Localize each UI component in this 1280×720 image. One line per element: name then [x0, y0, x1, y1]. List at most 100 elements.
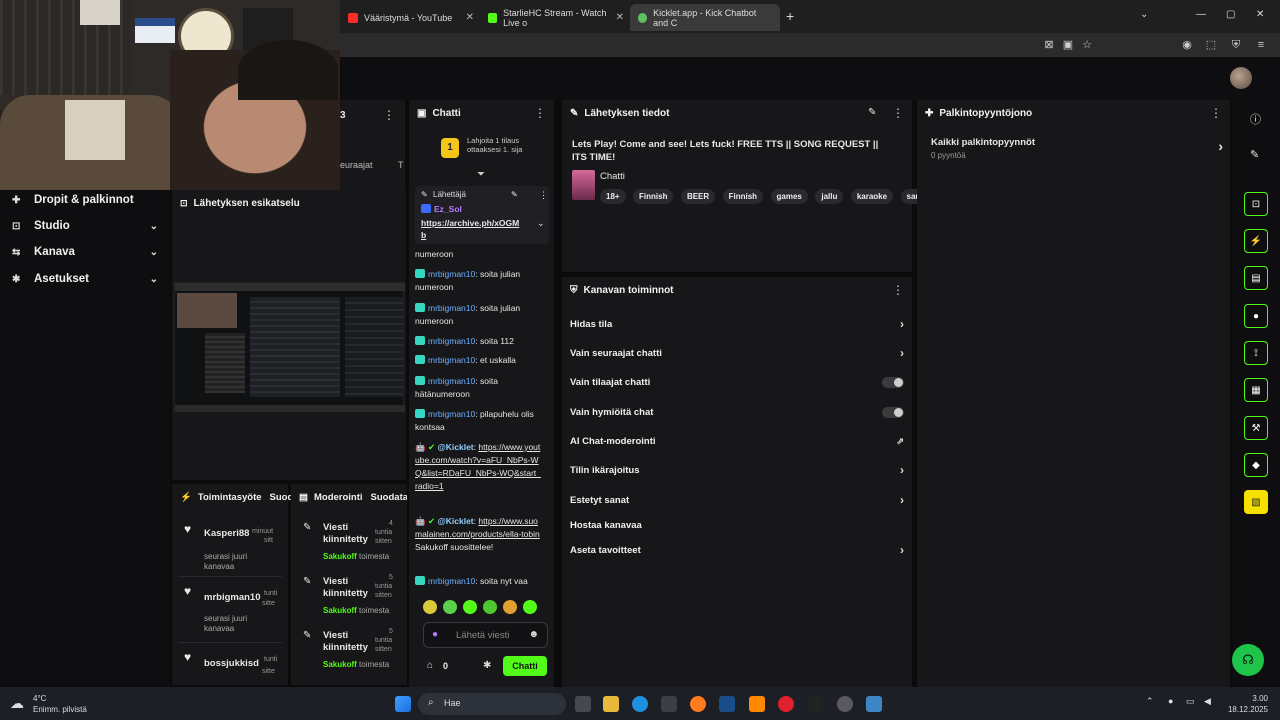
emote-only-toggle[interactable] [882, 407, 904, 418]
more-icon[interactable]: ⋮ [534, 106, 546, 120]
chat-input[interactable]: ● Lähetä viesti ☻ [423, 622, 548, 648]
chat-bubble-icon[interactable]: ● [1244, 304, 1268, 328]
sidebar-item-channel[interactable]: ⇆ Kanava ⌄ [12, 246, 162, 258]
pinned-link[interactable]: https://archive.ph/xOGMb [421, 217, 521, 241]
vlc-icon[interactable] [749, 696, 765, 712]
layout-icon[interactable]: ▦ [1244, 378, 1268, 402]
bookmark-star-icon[interactable]: ☆ [1080, 38, 1094, 52]
tag-chip[interactable]: Finnish [722, 189, 764, 204]
collapse-icon[interactable]: ⏷ [477, 169, 485, 180]
firefox-icon[interactable] [690, 696, 706, 712]
volume-icon[interactable]: ◀ [1204, 696, 1211, 707]
profile-icon[interactable]: ◉ [1180, 38, 1194, 52]
tab-kicklet[interactable]: Kicklet.app - Kick Chatbot and C [630, 4, 780, 31]
more-icon[interactable]: ⋮ [892, 283, 904, 297]
extensions-icon[interactable]: ⬚ [1204, 38, 1218, 52]
tag-chip[interactable]: games [770, 189, 808, 204]
file-explorer-icon[interactable] [603, 696, 619, 712]
close-tab-icon[interactable]: ✕ [616, 12, 624, 23]
more-icon[interactable]: ⋮ [383, 108, 395, 122]
no-camera-icon[interactable]: ⊠ [1042, 38, 1056, 52]
action-set-goals[interactable]: Aseta tavoitteet › [570, 543, 904, 557]
app-window-icon[interactable] [866, 696, 882, 712]
gear-icon[interactable]: ✱ [483, 660, 491, 671]
start-button[interactable] [395, 696, 411, 712]
emote-icon[interactable] [463, 600, 477, 614]
filter-button[interactable]: Suod [270, 492, 294, 503]
mod-user[interactable]: Sakukoff [323, 552, 357, 561]
tab-youtube[interactable]: Vääristymä - YouTube ✕ [340, 4, 480, 31]
broadcast-icon[interactable]: ⟟ [1244, 341, 1268, 365]
tag-chip[interactable]: 18+ [600, 189, 626, 204]
bolt-icon[interactable]: ⚡ [1244, 229, 1268, 253]
more-icon[interactable]: ⋮ [1210, 106, 1222, 120]
action-blocked-words[interactable]: Estetyt sanat › [570, 493, 904, 507]
unpin-icon[interactable]: ✎ [511, 190, 518, 199]
new-tab-button[interactable]: + [786, 8, 794, 24]
tray-chevron-icon[interactable]: ⌃ [1146, 696, 1154, 707]
emote-icon[interactable] [443, 600, 457, 614]
preview-video[interactable] [174, 282, 405, 412]
sidebar-item-studio[interactable]: ⊡ Studio ⌄ [12, 220, 162, 232]
more-icon[interactable]: ⋮ [892, 106, 904, 120]
mod-user[interactable]: Sakukoff [323, 606, 357, 615]
maximize-button[interactable]: ▢ [1226, 9, 1235, 20]
edit-icon[interactable]: ✎ [868, 107, 876, 118]
tag-chip[interactable]: BEER [680, 189, 716, 204]
gift-goal-text[interactable]: Lahjoita 1 tilaus ottaaksesi 1. sija [467, 136, 537, 154]
minimize-button[interactable]: — [1196, 9, 1206, 20]
network-icon[interactable]: ▭ [1186, 696, 1195, 707]
mic-icon[interactable]: ● [432, 629, 438, 640]
store-icon[interactable] [661, 696, 677, 712]
emote-icon[interactable] [423, 600, 437, 614]
shapes-icon[interactable]: ◆ [1244, 453, 1268, 477]
mic-icon[interactable]: ● [1168, 696, 1173, 706]
sidebar-item-drops[interactable]: ✚ Dropit & palkinnot [12, 194, 162, 206]
tag-chip[interactable]: Finnish [633, 189, 674, 204]
steam-icon[interactable] [719, 696, 735, 712]
clock-time[interactable]: 3.00 [1222, 694, 1268, 703]
filter-button[interactable]: Suodata [371, 492, 407, 503]
menu-icon[interactable]: ≡ [1254, 38, 1268, 52]
shield-icon[interactable]: ⛨ [1229, 38, 1243, 52]
action-age-restriction[interactable]: Tilin ikärajoitus › [570, 463, 904, 477]
sidebar-item-settings[interactable]: ✱ Asetukset ⌄ [12, 273, 162, 285]
emote-icon[interactable] [483, 600, 497, 614]
action-host-channel[interactable]: Hostaa kanavaa [570, 520, 904, 531]
action-followers-only[interactable]: Vain seuraajat chatti › [570, 346, 904, 360]
wrench-icon[interactable]: ⚒ [1244, 416, 1268, 440]
edit-icon[interactable]: ✎ [1250, 148, 1259, 161]
emote-icon[interactable] [523, 600, 537, 614]
opera-icon[interactable] [778, 696, 794, 712]
support-chat-button[interactable]: ☊ [1232, 644, 1264, 676]
store-icon[interactable]: ⌂ [427, 660, 433, 671]
clapper-icon[interactable]: ▧ [1244, 490, 1268, 514]
action-ai-moderation[interactable]: AI Chat-moderointi ⇗ [570, 436, 904, 447]
tag-chip[interactable]: karaoke [850, 189, 894, 204]
edge-icon[interactable] [632, 696, 648, 712]
emote-icon[interactable] [503, 600, 517, 614]
task-view-icon[interactable] [575, 696, 591, 712]
action-slow-mode[interactable]: Hidas tila › [570, 317, 904, 331]
capture-icon[interactable]: ⊡ [1244, 192, 1268, 216]
subscribers-only-toggle[interactable] [882, 377, 904, 388]
clock-date[interactable]: 18.12.2025 [1222, 705, 1268, 714]
avatar[interactable] [1230, 67, 1252, 89]
close-window-button[interactable]: ✕ [1256, 9, 1264, 20]
close-tab-icon[interactable]: ✕ [466, 12, 474, 23]
screen-icon[interactable]: ▣ [1061, 38, 1075, 52]
settings-app-icon[interactable] [837, 696, 853, 712]
document-icon[interactable]: ▤ [1244, 266, 1268, 290]
all-rewards-row[interactable]: Kaikki palkintopyynnöt 0 pyyntöä › [931, 137, 1223, 165]
info-icon[interactable]: ⓘ [1250, 111, 1261, 127]
chevron-down-icon[interactable]: ⌄ [537, 218, 545, 229]
tab-list-chevron-icon[interactable]: ⌄ [1140, 9, 1148, 20]
send-chat-button[interactable]: Chatti [503, 656, 547, 676]
terminal-icon[interactable] [807, 696, 823, 712]
taskbar-search[interactable]: ⌕ Hae [418, 693, 566, 715]
tag-chip[interactable]: jallu [815, 189, 844, 204]
mod-user[interactable]: Sakukoff [323, 660, 357, 669]
more-icon[interactable]: ⋮ [539, 190, 548, 201]
tab-kick-stream[interactable]: StarlieHC Stream - Watch Live o ✕ [480, 4, 630, 31]
emoji-icon[interactable]: ☻ [528, 629, 539, 640]
